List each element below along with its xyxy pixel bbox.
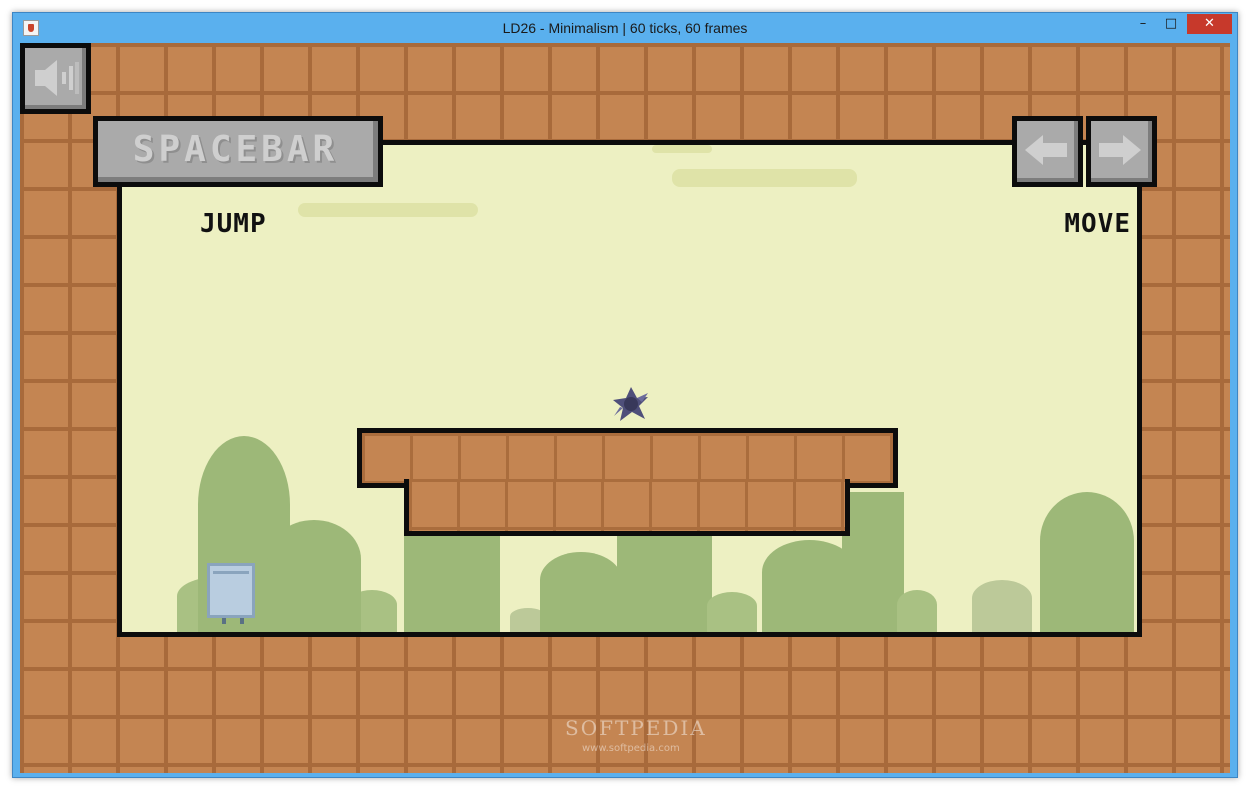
minimize-button[interactable]: – [1130,14,1156,34]
arrow-left-icon [1024,134,1067,165]
player-spinning-star [613,387,648,421]
cloud [298,203,478,217]
hill [897,590,937,632]
level-viewport: JUMP MOVE [117,140,1142,637]
cloud [672,169,857,187]
cloud [652,145,712,153]
hill [540,552,622,632]
hill [617,532,712,632]
left-arrow-key-face [1017,121,1078,182]
hill [404,532,500,632]
close-button[interactable]: ✕ [1187,14,1232,34]
hill [972,580,1032,632]
sound-button-face [25,48,86,109]
title-bar[interactable]: LD26 - Minimalism | 60 ticks, 60 frames … [13,13,1237,44]
right-arrow-key-face [1091,121,1152,182]
softpedia-watermark-url: www.softpedia.com [582,743,680,754]
sound-toggle-button[interactable] [20,43,91,114]
spacebar-label: SPACEBAR [132,128,339,170]
game-canvas[interactable]: JUMP MOVE SPACEBAR SOFTPEDIA www.softped… [20,43,1230,773]
left-arrow-key [1012,116,1083,187]
brick-platform [404,479,850,536]
exit-door [207,563,255,618]
spacebar-key: SPACEBAR [93,116,383,187]
right-arrow-key [1086,116,1157,187]
hill [1040,492,1134,632]
jump-hint: JUMP [200,209,267,239]
exit-door-base [222,618,244,624]
softpedia-watermark: SOFTPEDIA [565,716,707,740]
spacebar-key-face: SPACEBAR [98,121,378,182]
window-title: LD26 - Minimalism | 60 ticks, 60 frames [502,20,748,36]
hill [267,520,361,632]
maximize-button[interactable]: □ [1158,14,1184,34]
move-hint: MOVE [1064,209,1131,239]
hill [707,592,757,632]
arrow-right-icon [1098,134,1141,165]
hill [842,492,904,632]
speaker-icon [35,60,79,96]
